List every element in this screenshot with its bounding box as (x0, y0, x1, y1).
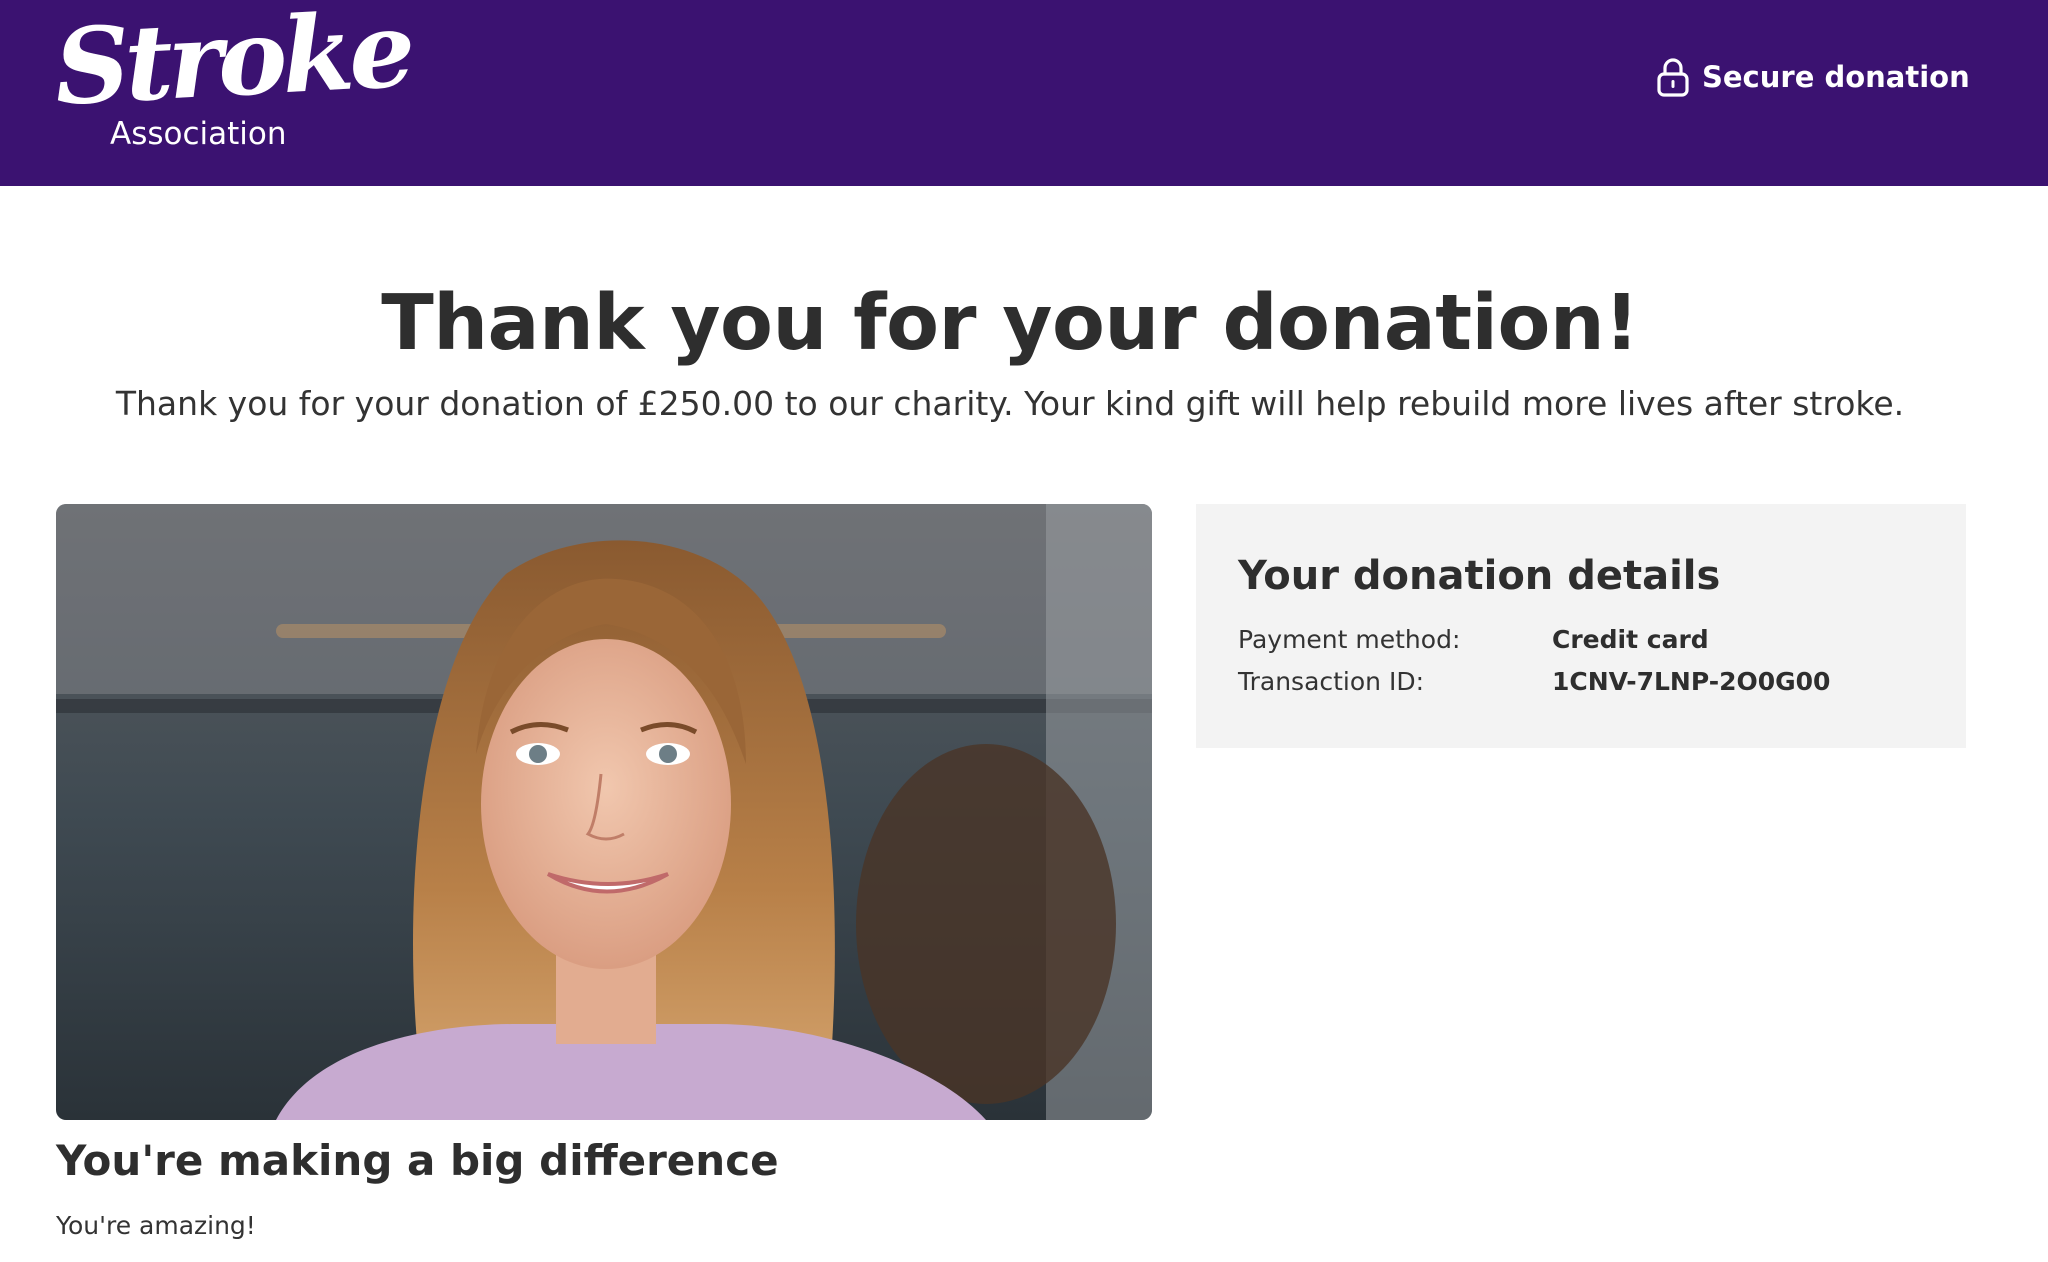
transaction-id-row: Transaction ID: 1CNV-7LNP-2O0G00 (1238, 662, 1938, 702)
site-header: Stroke Association Secure donation (0, 0, 2048, 186)
thank-you-message: Thank you for your donation of £250.00 t… (115, 384, 1905, 423)
page-title: Thank you for your donation! (381, 279, 1639, 368)
transaction-id-value: 1CNV-7LNP-2O0G00 (1552, 667, 1831, 696)
logo-subtitle: Association (110, 116, 287, 152)
secure-donation-label: Secure donation (1702, 60, 1970, 94)
donation-details-panel: Your donation details Payment method: Cr… (1196, 504, 1966, 748)
supporter-photo (56, 504, 1152, 1120)
payment-method-value: Credit card (1552, 625, 1709, 654)
impact-heading: You're making a big difference (56, 1136, 779, 1185)
impact-text: You're amazing! (56, 1211, 256, 1240)
payment-method-row: Payment method: Credit card (1238, 620, 1938, 660)
payment-method-label: Payment method: (1238, 625, 1461, 654)
secure-donation-indicator: Secure donation (1656, 52, 1970, 102)
lock-icon (1657, 58, 1689, 97)
transaction-id-label: Transaction ID: (1238, 667, 1425, 696)
stroke-association-logo[interactable]: Stroke Association (52, 0, 413, 158)
donation-details-title: Your donation details (1238, 553, 1721, 599)
logo-wordmark: Stroke (51, 0, 414, 129)
